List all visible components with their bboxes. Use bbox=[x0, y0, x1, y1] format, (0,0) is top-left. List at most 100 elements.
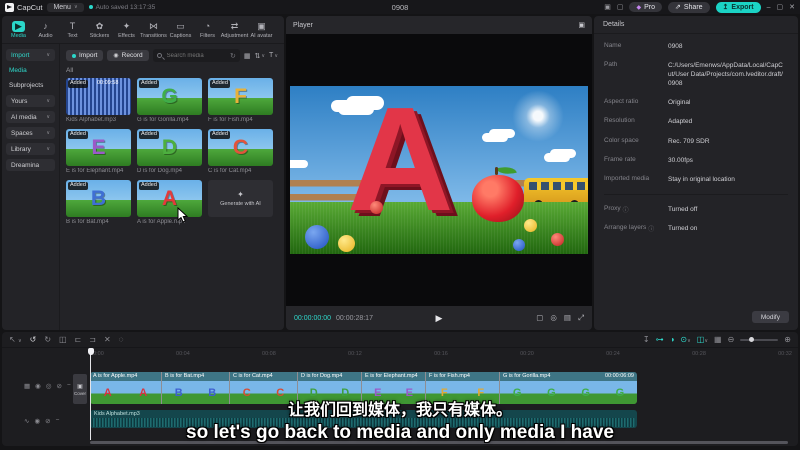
tab-adjustment[interactable]: ⇄ Adjustment bbox=[221, 21, 249, 39]
audio-track-clip[interactable]: Kids Alphabet.mp3 bbox=[90, 410, 637, 428]
timeline-panel: ↖ ∨ ↺ ↻ ◫ ⊏ ⊐ ✕ ◌ ↧ ⊶ ◑ ⊙∨ ◫∨ ▦ ⊖ ⊕ 00:0… bbox=[2, 332, 798, 446]
sidebar-item-spaces[interactable]: Spaces ∨ bbox=[6, 127, 55, 139]
tab-transitions[interactable]: ⋈ Transitions bbox=[140, 21, 167, 39]
layout-toggle-icon[interactable]: ▣ bbox=[604, 3, 611, 11]
sidebar-item-yours[interactable]: Yours ∨ bbox=[6, 95, 55, 107]
zoom-in-button[interactable]: ⊕ bbox=[784, 335, 791, 344]
capcut-logo: CapCut bbox=[5, 2, 42, 12]
lock-icon[interactable]: ◉ bbox=[35, 382, 41, 390]
media-item-b[interactable]: Added B B is for Bat.mp4 bbox=[66, 180, 131, 225]
video-track-controls: ▦ ◉ ◎ ⊘ − bbox=[24, 382, 71, 390]
play-button[interactable]: ▶ bbox=[436, 313, 443, 324]
timeline-clip-b[interactable]: B is for Bat.mp4 BB bbox=[162, 372, 230, 404]
download-icon[interactable]: ↧ bbox=[643, 335, 650, 344]
media-item-g[interactable]: Added G G is for Gorilla.mp4 bbox=[137, 78, 202, 123]
timeline-clip-e[interactable]: E is for Elephant.mp4 EE bbox=[362, 372, 426, 404]
divider bbox=[604, 193, 788, 195]
delete-button[interactable]: ✕ bbox=[104, 335, 111, 344]
sidebar-item-import[interactable]: Import ∨ bbox=[6, 49, 55, 61]
zoom-out-button[interactable]: ⊖ bbox=[728, 335, 735, 344]
modify-button[interactable]: Modify bbox=[751, 311, 789, 323]
search-input[interactable] bbox=[164, 51, 227, 60]
video-preview[interactable]: A bbox=[286, 34, 592, 306]
tab-effects[interactable]: ✦ Effects bbox=[113, 21, 140, 39]
pro-button[interactable]: ◆ Pro bbox=[629, 2, 662, 12]
cover-button[interactable]: ▣ Cover bbox=[73, 374, 87, 404]
link-clips-icon[interactable]: ◑ bbox=[670, 335, 675, 344]
collapse-track-icon[interactable]: − bbox=[67, 382, 71, 390]
lock-icon[interactable]: ◉ bbox=[34, 417, 40, 425]
share-button[interactable]: ⇗ Share bbox=[667, 1, 710, 13]
fullscreen-icon[interactable]: ⤢ bbox=[578, 313, 584, 323]
thumbnail-toggle-icon[interactable]: ▦ bbox=[24, 382, 30, 390]
timeline-clip-g[interactable]: G is for Gorilla.mp4 00:00:06:09 GGGG bbox=[500, 372, 637, 404]
sidebar-item-library[interactable]: Library ∨ bbox=[6, 143, 55, 155]
preview-quality-icon[interactable]: ▦ bbox=[714, 335, 722, 344]
record-button[interactable]: ◉ Record bbox=[107, 50, 149, 61]
minimize-button[interactable]: – bbox=[767, 4, 771, 11]
media-item-e[interactable]: Added E E is for Elephant.mp4 bbox=[66, 129, 131, 174]
zoom-slider[interactable] bbox=[740, 336, 779, 342]
tab-audio[interactable]: ♪ Audio bbox=[32, 21, 59, 39]
import-button[interactable]: Import bbox=[66, 50, 104, 61]
media-item-f[interactable]: Added F F is for Fish.mp4 bbox=[208, 78, 273, 123]
sort-icon[interactable]: ⇅ ∨ bbox=[255, 52, 266, 60]
split-button[interactable]: ◫ bbox=[59, 335, 67, 344]
playhead[interactable] bbox=[87, 348, 94, 440]
close-button[interactable]: ✕ bbox=[789, 3, 795, 11]
track-mode-icon[interactable]: ◫∨ bbox=[697, 335, 708, 344]
timeline-clip-a[interactable]: A is for Apple.mp4 AA bbox=[90, 372, 162, 404]
panel-expand-icon[interactable]: ▣ bbox=[578, 21, 585, 29]
generate-with-ai-tile[interactable]: ✦ Generate with AI bbox=[208, 180, 273, 225]
delete-left-button[interactable]: ⊏ bbox=[75, 335, 82, 344]
sidebar-item-dreamina[interactable]: Dreamina bbox=[6, 159, 55, 171]
undo-button[interactable]: ↺ bbox=[30, 335, 37, 344]
export-button[interactable]: ↥ Export bbox=[715, 1, 761, 13]
added-badge: Added bbox=[68, 80, 88, 88]
tab-media[interactable]: ▶ Media bbox=[5, 20, 32, 39]
ratio-icon[interactable]: ▢ bbox=[536, 313, 543, 323]
media-item-d[interactable]: Added D D is for Dog.mp4 bbox=[137, 129, 202, 174]
sidebar-item-ai-media[interactable]: AI media ∨ bbox=[6, 111, 55, 123]
timeline-clip-f[interactable]: F is for Fish.mp4 FF bbox=[426, 372, 500, 404]
tab-filters[interactable]: ◔ Filters bbox=[194, 21, 221, 39]
filter-type-icon[interactable]: T ∨ bbox=[269, 52, 278, 59]
hide-track-icon[interactable]: ◎ bbox=[46, 382, 52, 390]
timeline-scrollbar[interactable] bbox=[90, 441, 788, 444]
delete-right-button[interactable]: ⊐ bbox=[89, 335, 96, 344]
auto-snap-icon[interactable]: ⊙∨ bbox=[680, 335, 690, 344]
detail-row-color-space: Color space Rec. 709 SDR bbox=[604, 136, 710, 145]
tab-captions[interactable]: ▭ Captions bbox=[167, 21, 194, 39]
search-box[interactable]: ↻ bbox=[152, 49, 240, 62]
magnet-snap-icon[interactable]: ⊶ bbox=[656, 335, 664, 344]
mute-track-icon[interactable]: ⊘ bbox=[57, 382, 62, 390]
redo-button[interactable]: ↻ bbox=[44, 335, 51, 344]
tab-text[interactable]: T Text bbox=[59, 21, 86, 39]
timeline-clip-d[interactable]: D is for Dog.mp4 DD bbox=[298, 372, 362, 404]
timeline-clip-c[interactable]: C is for Cat.mp4 CC bbox=[230, 372, 298, 404]
media-item-c[interactable]: Added C C is for Cat.mp4 bbox=[208, 129, 273, 174]
menu-button[interactable]: Menu ∨ bbox=[47, 2, 84, 12]
tab-ai-avatar[interactable]: ▣ AI avatar bbox=[248, 21, 275, 39]
share-icon: ⇗ bbox=[674, 4, 681, 11]
filters-icon: ◔ bbox=[204, 20, 211, 31]
video-thumbnail: Added B bbox=[66, 180, 131, 217]
select-tool[interactable]: ↖ ∨ bbox=[9, 335, 22, 344]
maximize-button[interactable]: ▢ bbox=[777, 3, 784, 11]
media-library: Import ◉Record ↻ ▦ ⇅∨ T∨ All bbox=[60, 44, 284, 330]
media-item-audio[interactable]: Added 00:09:58 Kids Alphabet.mp3 bbox=[66, 78, 131, 123]
layout-icon[interactable]: ▢ bbox=[617, 3, 624, 11]
media-item-a[interactable]: Added A A is for Apple.mp4 bbox=[137, 180, 202, 225]
mute-track-icon[interactable]: ⊘ bbox=[45, 417, 50, 425]
focus-icon[interactable]: ◎ bbox=[550, 313, 557, 323]
mirror-button[interactable]: ◌ bbox=[119, 335, 124, 344]
sidebar-item-media[interactable]: Media bbox=[6, 65, 55, 76]
waveform-icon[interactable]: ∿ bbox=[24, 417, 29, 425]
collapse-track-icon[interactable]: − bbox=[56, 417, 60, 425]
timeline-ruler[interactable]: 00:00 00:04 00:08 00:12 00:16 00:20 00:2… bbox=[90, 348, 792, 360]
tab-stickers[interactable]: ✿ Stickers bbox=[86, 21, 113, 39]
grid-view-icon[interactable]: ▦ bbox=[244, 52, 251, 60]
history-icon[interactable]: ↻ bbox=[230, 52, 236, 60]
sidebar-item-subprojects[interactable]: Subprojects bbox=[6, 80, 55, 91]
quality-icon[interactable]: ▤ bbox=[564, 313, 571, 323]
